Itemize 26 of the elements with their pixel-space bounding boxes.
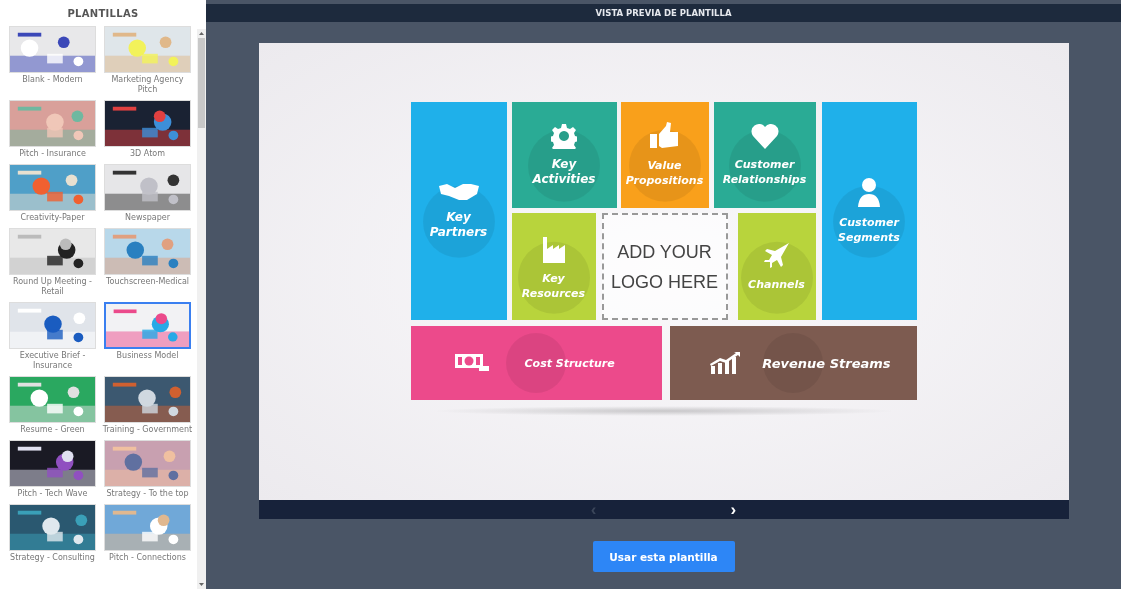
block-label: Value Propositions: [624, 158, 705, 188]
block-label: Key Partners: [428, 210, 489, 240]
scroll-down-arrow-icon[interactable]: [197, 580, 206, 589]
block-label: Customer Relationships: [721, 157, 808, 187]
handshake-icon: [436, 182, 481, 202]
scrollbar-thumb[interactable]: [198, 38, 205, 128]
block-label: Cost Structure: [524, 356, 615, 370]
block-label: Channels: [747, 277, 806, 292]
money-icon: [454, 354, 489, 372]
scrollbar[interactable]: [197, 29, 206, 589]
block-label: Key Resources: [520, 270, 587, 301]
preview-title: VISTA PREVIA DE PLANTILLA: [595, 8, 732, 18]
thumbs-up-icon: [649, 122, 680, 150]
block-label: Customer Segments: [837, 215, 901, 245]
sidebar-title: PLANTILLAS: [66, 7, 140, 21]
gear-icon: [551, 123, 577, 149]
scroll-up-arrow-icon[interactable]: [197, 29, 206, 38]
next-button[interactable]: ›: [726, 500, 741, 519]
logo-placeholder[interactable]: ADD YOUR LOGO HERE: [601, 213, 728, 320]
person-icon: [858, 177, 880, 207]
heart-icon: [750, 123, 779, 149]
use-template-button[interactable]: Usar esta plantilla: [592, 541, 735, 572]
airplane-icon: [762, 241, 791, 269]
chart-icon: [710, 352, 741, 374]
block-label: Key Activities: [531, 157, 597, 187]
block-label: Revenue Streams: [762, 355, 891, 371]
